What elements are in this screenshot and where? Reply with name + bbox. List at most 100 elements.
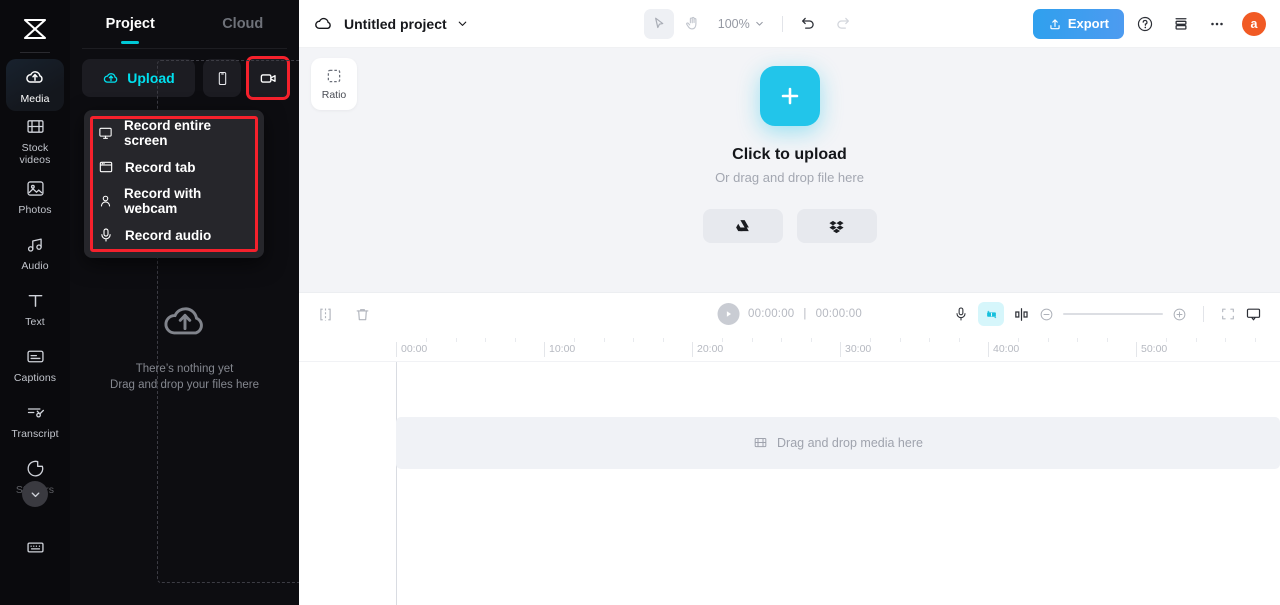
left-icon-rail: Media Stock videos Photos Audio Text Cap… xyxy=(0,0,70,605)
preview-canvas: Ratio Click to upload Or drag and drop f… xyxy=(299,48,1280,292)
upload-from-phone-button[interactable] xyxy=(203,59,241,97)
sidebar-item-stock-videos[interactable]: Stock videos xyxy=(6,115,64,167)
capcut-logo-icon[interactable] xyxy=(17,14,53,44)
microphone-icon[interactable] xyxy=(953,306,969,322)
crop-frame-icon xyxy=(327,69,341,83)
playhead[interactable] xyxy=(396,361,397,605)
rail-divider xyxy=(20,52,50,53)
media-panel: Project Cloud Upload Record entire scree… xyxy=(70,0,299,605)
play-button[interactable] xyxy=(717,303,740,325)
sidebar-item-label: Photos xyxy=(18,204,52,216)
expand-sidebar-button[interactable] xyxy=(22,481,48,507)
plus-icon xyxy=(781,87,798,105)
zoom-level-selector[interactable]: 100% xyxy=(712,17,771,31)
sidebar-item-photos[interactable]: Photos xyxy=(6,171,64,223)
record-button[interactable] xyxy=(249,59,287,97)
monitor-preview-icon[interactable] xyxy=(1245,306,1262,323)
split-clip-icon[interactable] xyxy=(317,306,334,323)
sidebar-item-label: Stock videos xyxy=(19,142,51,166)
sidebar-item-captions[interactable]: Captions xyxy=(6,339,64,391)
dropbox-button[interactable] xyxy=(796,209,877,244)
empty-line-2: Drag and drop your files here xyxy=(110,379,259,391)
cloud-import-buttons xyxy=(702,209,877,244)
avatar[interactable]: a xyxy=(1241,11,1266,36)
tab-project[interactable]: Project xyxy=(74,0,187,48)
upload-button[interactable]: Upload xyxy=(82,59,195,97)
plus-circle-icon[interactable] xyxy=(1172,307,1187,322)
film-strip-icon xyxy=(754,437,767,448)
sidebar-item-audio[interactable]: Audio xyxy=(6,227,64,279)
google-drive-button[interactable] xyxy=(702,209,783,244)
chevron-down-icon xyxy=(755,21,763,26)
time-separator: | xyxy=(803,308,807,320)
export-button[interactable]: Export xyxy=(1032,8,1124,39)
media-empty-text: There’s nothing yet Drag and drop your f… xyxy=(110,361,259,393)
google-drive-icon xyxy=(736,219,749,231)
media-empty-state: There’s nothing yet Drag and drop your f… xyxy=(70,295,299,393)
ratio-button-label: Ratio xyxy=(321,89,347,101)
timeline-dropzone[interactable]: Drag and drop media here xyxy=(396,416,1280,469)
zoom-slider[interactable] xyxy=(1063,313,1163,315)
sidebar-item-transcript[interactable]: Transcript xyxy=(6,395,64,447)
export-button-label: Export xyxy=(1067,16,1109,31)
ellipsis-icon[interactable] xyxy=(1202,9,1232,39)
upload-toolbar: Upload xyxy=(70,49,299,97)
play-icon xyxy=(726,311,731,317)
menu-item-record-tab[interactable]: Record tab xyxy=(84,150,264,184)
sidebar-item-text[interactable]: Text xyxy=(6,283,64,335)
menu-item-record-with-webcam[interactable]: Record with webcam xyxy=(84,184,264,218)
main-area: Untitled project 100% Export a Ratio Cli… xyxy=(299,0,1280,605)
fit-screen-icon[interactable] xyxy=(1220,306,1236,322)
cloud-icon[interactable] xyxy=(313,13,334,34)
auto-edit-icon[interactable] xyxy=(978,302,1004,326)
trash-icon[interactable] xyxy=(354,306,371,323)
redo-button[interactable] xyxy=(828,9,858,39)
canvas-tools: 100% xyxy=(643,8,858,39)
project-title-chevron-down-icon[interactable] xyxy=(456,17,469,30)
upload-button-label: Upload xyxy=(127,70,175,86)
empty-line-1: There’s nothing yet xyxy=(135,363,234,375)
total-time: 00:00:00 xyxy=(815,308,862,320)
minus-circle-icon[interactable] xyxy=(1039,307,1054,322)
tab-cloud[interactable]: Cloud xyxy=(187,0,300,48)
ruler-tick: 20:00 xyxy=(692,341,723,357)
toolbar-divider xyxy=(781,15,783,32)
menu-item-record-audio[interactable]: Record audio xyxy=(84,218,264,252)
sidebar-item-media[interactable]: Media xyxy=(6,59,64,111)
ratio-button[interactable]: Ratio xyxy=(311,58,357,110)
sidebar-item-label: Text xyxy=(25,316,45,328)
panel-tabs: Project Cloud xyxy=(70,0,299,48)
sidebar-item-label: Transcript xyxy=(11,428,59,440)
upload-subtitle: Or drag and drop file here xyxy=(715,170,864,186)
upload-title: Click to upload xyxy=(732,146,847,164)
page-title[interactable]: Untitled project xyxy=(344,16,447,32)
menu-item-label: Record audio xyxy=(125,227,212,243)
capcut-editor-window: Media Stock videos Photos Audio Text Cap… xyxy=(0,0,1280,605)
dropbox-icon xyxy=(829,220,844,233)
menu-item-label: Record with webcam xyxy=(124,186,202,216)
question-circle-icon[interactable] xyxy=(1130,9,1160,39)
upload-dropzone[interactable]: Click to upload Or drag and drop file he… xyxy=(702,66,877,244)
sidebar-item-keyboard[interactable] xyxy=(6,521,64,573)
ruler-tick: 50:00 xyxy=(1136,341,1167,357)
ruler-tick: 00:00 xyxy=(396,341,427,357)
top-right-actions: Export a xyxy=(1032,8,1266,39)
hand-icon[interactable] xyxy=(678,9,708,39)
record-options-dropdown: Record entire screen Record tab Record w… xyxy=(84,110,264,258)
ruler-tick: 30:00 xyxy=(840,341,871,357)
ruler-tick: 40:00 xyxy=(988,341,1019,357)
playback-controls: 00:00:00 | 00:00:00 xyxy=(717,303,862,325)
cursor-arrow-icon[interactable] xyxy=(643,8,674,39)
zoom-level-value: 100% xyxy=(717,16,750,31)
sidebar-item-stickers[interactable]: Stickers xyxy=(6,451,64,507)
timeline-tracks[interactable]: Drag and drop media here xyxy=(299,361,1280,605)
undo-button[interactable] xyxy=(794,9,824,39)
timeline-ruler[interactable]: 00:00 10:00 20:00 30:00 40:00 50:00 xyxy=(299,335,1280,362)
sidebar-item-label: Audio xyxy=(21,260,49,272)
split-screen-icon[interactable] xyxy=(1013,306,1030,323)
sidebar-item-label: Captions xyxy=(13,372,57,384)
add-media-button[interactable] xyxy=(759,66,820,127)
menu-item-record-entire-screen[interactable]: Record entire screen xyxy=(84,116,264,150)
menu-item-label: Record entire screen xyxy=(124,118,212,148)
layers-icon[interactable] xyxy=(1166,9,1196,39)
